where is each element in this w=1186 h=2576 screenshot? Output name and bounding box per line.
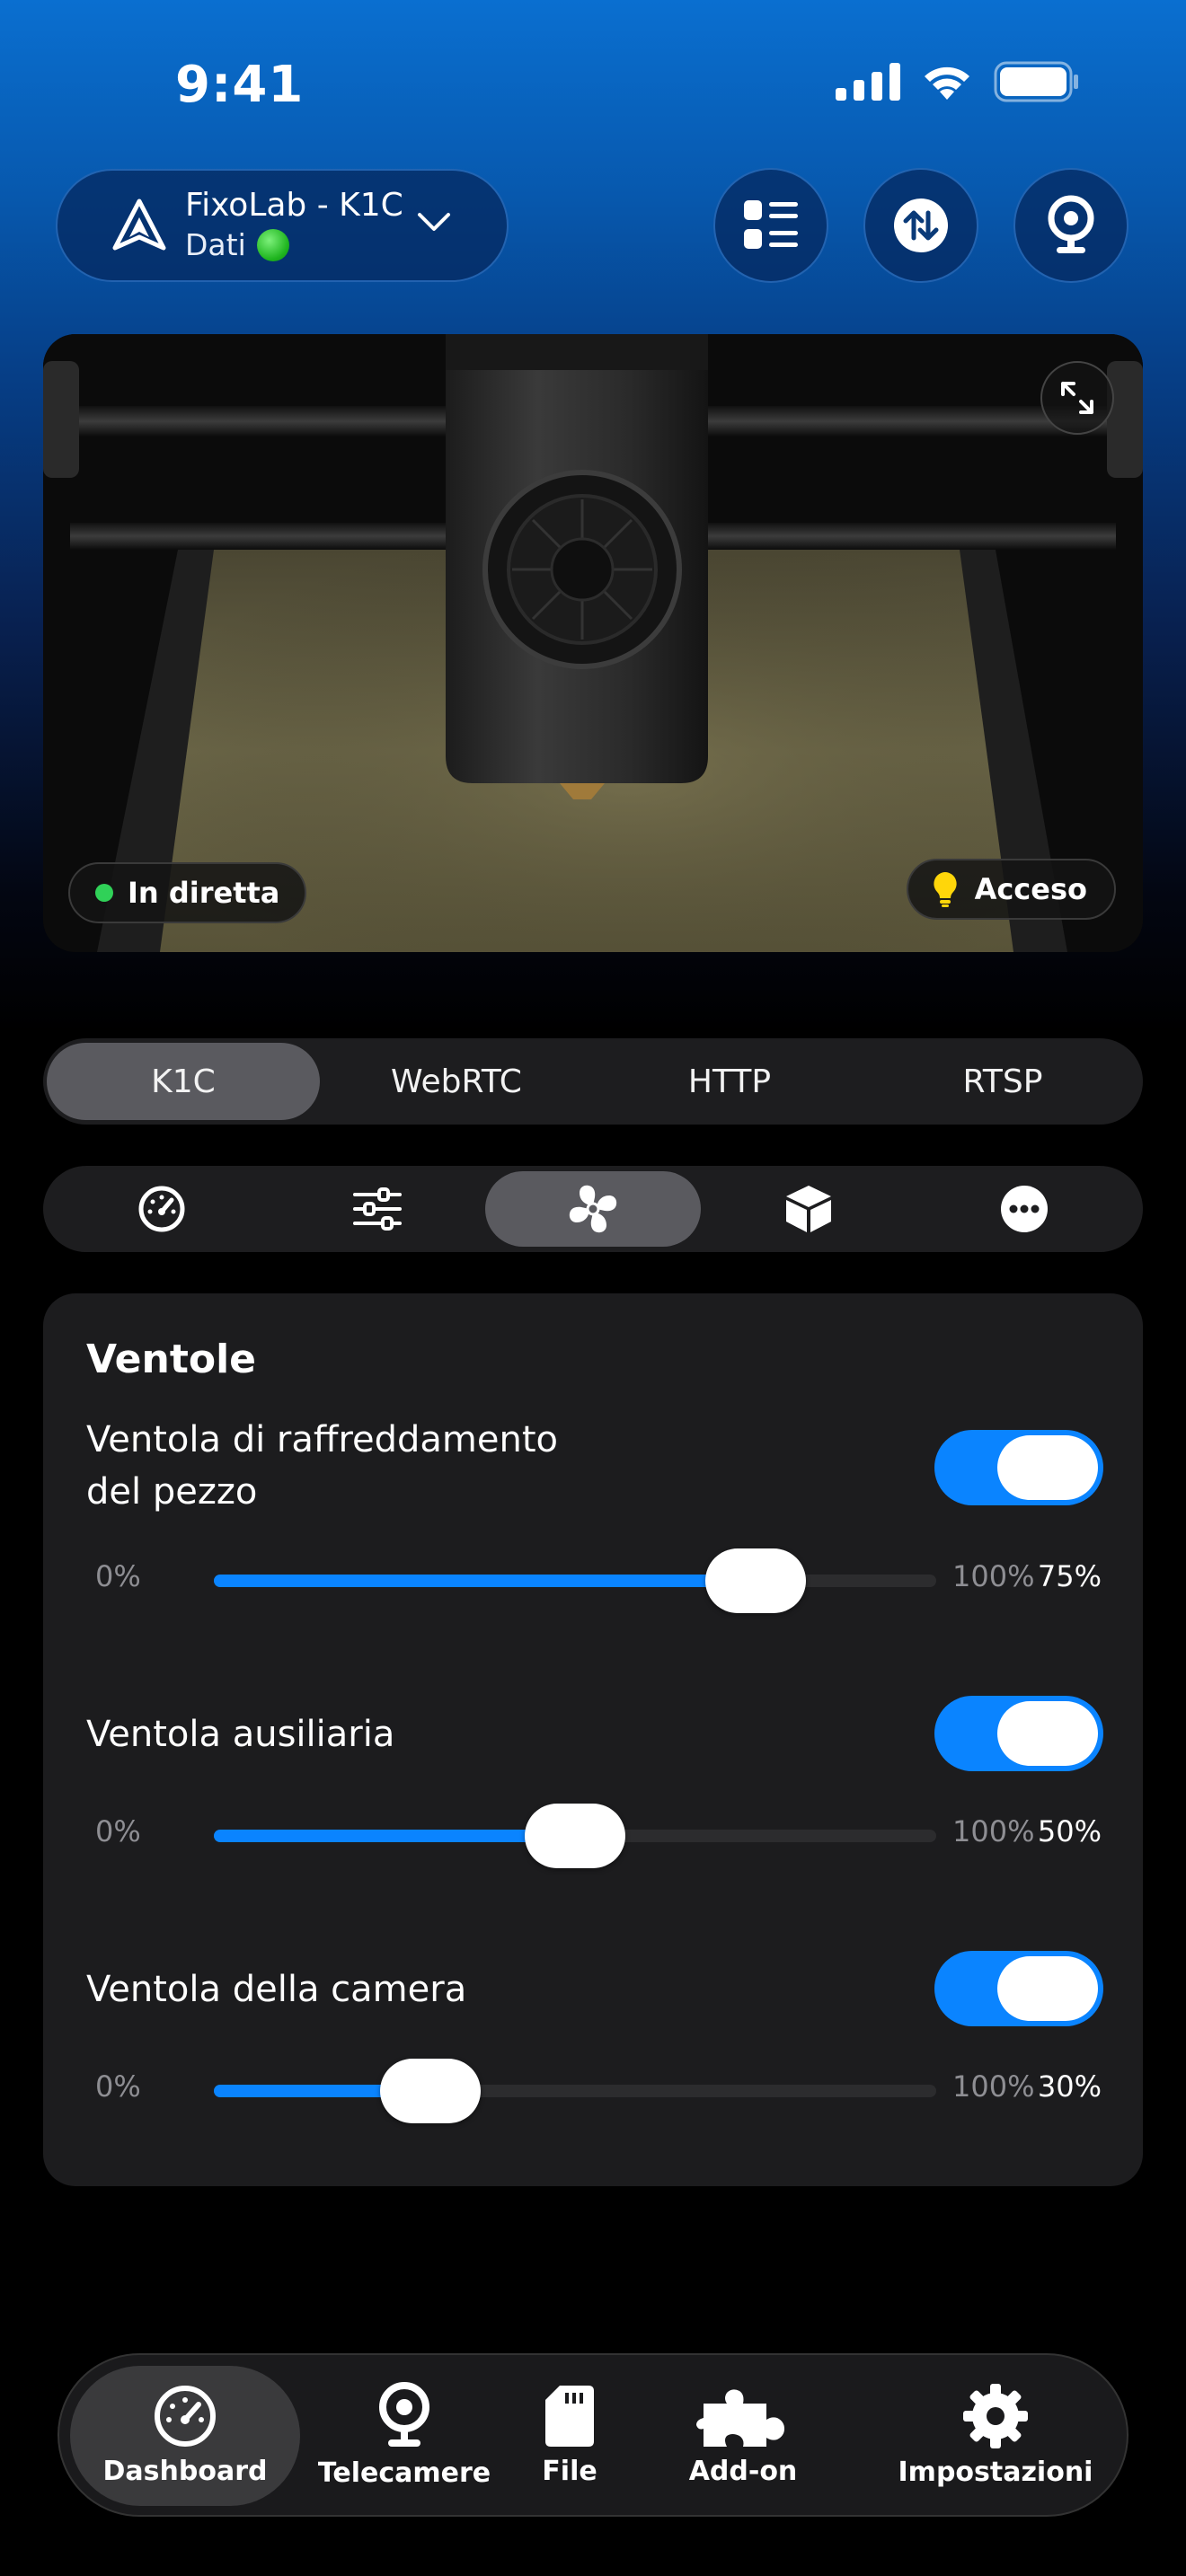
transfer-button[interactable] — [863, 168, 978, 283]
chamber-fan-slider[interactable]: 0% 100% 30% — [95, 2053, 1102, 2125]
slider-max-label: 100% — [952, 2069, 1035, 2104]
slider-thumb[interactable] — [380, 2059, 482, 2123]
tab-http[interactable]: HTTP — [593, 1043, 866, 1120]
printer-name: FixoLab - K1C — [185, 187, 403, 224]
expand-icon — [1061, 382, 1093, 414]
live-label: In diretta — [128, 876, 280, 910]
slider-thumb[interactable] — [705, 1548, 806, 1613]
tab-material[interactable] — [701, 1171, 916, 1247]
fan-label-auxiliary: Ventola ausiliaria — [86, 1714, 395, 1755]
live-badge: In diretta — [68, 862, 307, 923]
cube-icon — [786, 1186, 831, 1232]
lightbulb-icon — [933, 872, 957, 907]
bottom-tab-bar: Dashboard Telecamere File Add-on Imposta… — [58, 2353, 1128, 2517]
tab-more[interactable] — [916, 1171, 1132, 1247]
stream-source-tabs: K1C WebRTC HTTP RTSP — [43, 1038, 1143, 1125]
tab-dashboard[interactable] — [54, 1171, 270, 1247]
fan-label-chamber: Ventola della camera — [86, 1969, 467, 2010]
tab-webrtc[interactable]: WebRTC — [320, 1043, 593, 1120]
auxiliary-fan-toggle[interactable] — [934, 1696, 1103, 1771]
printer-logo-icon — [112, 198, 166, 251]
slider-max-label: 100% — [952, 1559, 1035, 1593]
camera-feed[interactable]: In diretta Acceso — [43, 334, 1143, 952]
nav-dashboard[interactable]: Dashboard — [70, 2355, 300, 2515]
part-cooling-fan-slider[interactable]: 0% 100% 75% — [95, 1543, 1102, 1615]
fan-label-part-cooling: Ventola di raffreddamento del pezzo — [86, 1419, 558, 1513]
transfer-icon — [894, 198, 948, 252]
slider-min-label: 0% — [95, 2069, 141, 2104]
connection-status-dot — [256, 229, 289, 261]
auxiliary-fan-slider[interactable]: 0% 100% 50% — [95, 1798, 1102, 1870]
slider-max-label: 100% — [952, 1814, 1035, 1848]
control-tabs — [43, 1166, 1143, 1252]
fullscreen-button[interactable] — [1040, 361, 1114, 435]
gauge-icon — [138, 1186, 185, 1232]
slider-min-label: 0% — [95, 1559, 141, 1593]
sliders-icon — [353, 1187, 402, 1231]
nav-settings[interactable]: Impostazioni — [888, 2355, 1103, 2515]
wifi-icon — [925, 66, 969, 100]
slider-value: 30% — [1037, 2069, 1102, 2104]
nav-files[interactable]: File — [509, 2355, 631, 2515]
puzzle-piece-icon — [696, 2388, 784, 2447]
sd-card-icon — [545, 2385, 594, 2447]
tab-fans[interactable] — [485, 1171, 701, 1247]
status-time: 9:41 — [175, 56, 305, 114]
list-icon — [744, 200, 798, 249]
light-label: Acceso — [974, 872, 1087, 906]
more-icon — [1001, 1186, 1048, 1232]
fans-title: Ventole — [86, 1337, 256, 1382]
nav-addons[interactable]: Add-on — [676, 2355, 810, 2515]
nav-cameras[interactable]: Telecamere — [313, 2355, 496, 2515]
webcam-icon — [1048, 195, 1094, 253]
dashboard-gauge-icon — [155, 2385, 216, 2447]
slider-value: 50% — [1037, 1814, 1102, 1848]
part-cooling-fan-toggle[interactable] — [934, 1430, 1103, 1505]
printer-selector[interactable]: FixoLab - K1C Dati — [56, 169, 509, 282]
gear-icon — [963, 2383, 1028, 2448]
chevron-down-icon — [418, 213, 450, 231]
battery-icon — [994, 61, 1078, 102]
tab-settings-sliders[interactable] — [270, 1171, 485, 1247]
tab-rtsp[interactable]: RTSP — [866, 1043, 1139, 1120]
printer-status-label: Dati — [185, 227, 246, 262]
slider-value: 75% — [1037, 1559, 1102, 1593]
light-toggle-button[interactable]: Acceso — [906, 859, 1116, 920]
webcam-icon — [379, 2381, 429, 2447]
list-button[interactable] — [713, 168, 828, 283]
fan-icon — [569, 1185, 617, 1233]
chamber-fan-toggle[interactable] — [934, 1951, 1103, 2026]
webcam-button[interactable] — [1013, 168, 1128, 283]
cellular-signal-icon — [836, 63, 900, 101]
live-dot-icon — [95, 884, 113, 902]
fans-card: Ventole Ventola di raffreddamento del pe… — [43, 1293, 1143, 2186]
status-icons — [836, 61, 1080, 102]
slider-min-label: 0% — [95, 1814, 141, 1848]
slider-thumb[interactable] — [525, 1804, 625, 1868]
tab-k1c[interactable]: K1C — [47, 1043, 320, 1120]
